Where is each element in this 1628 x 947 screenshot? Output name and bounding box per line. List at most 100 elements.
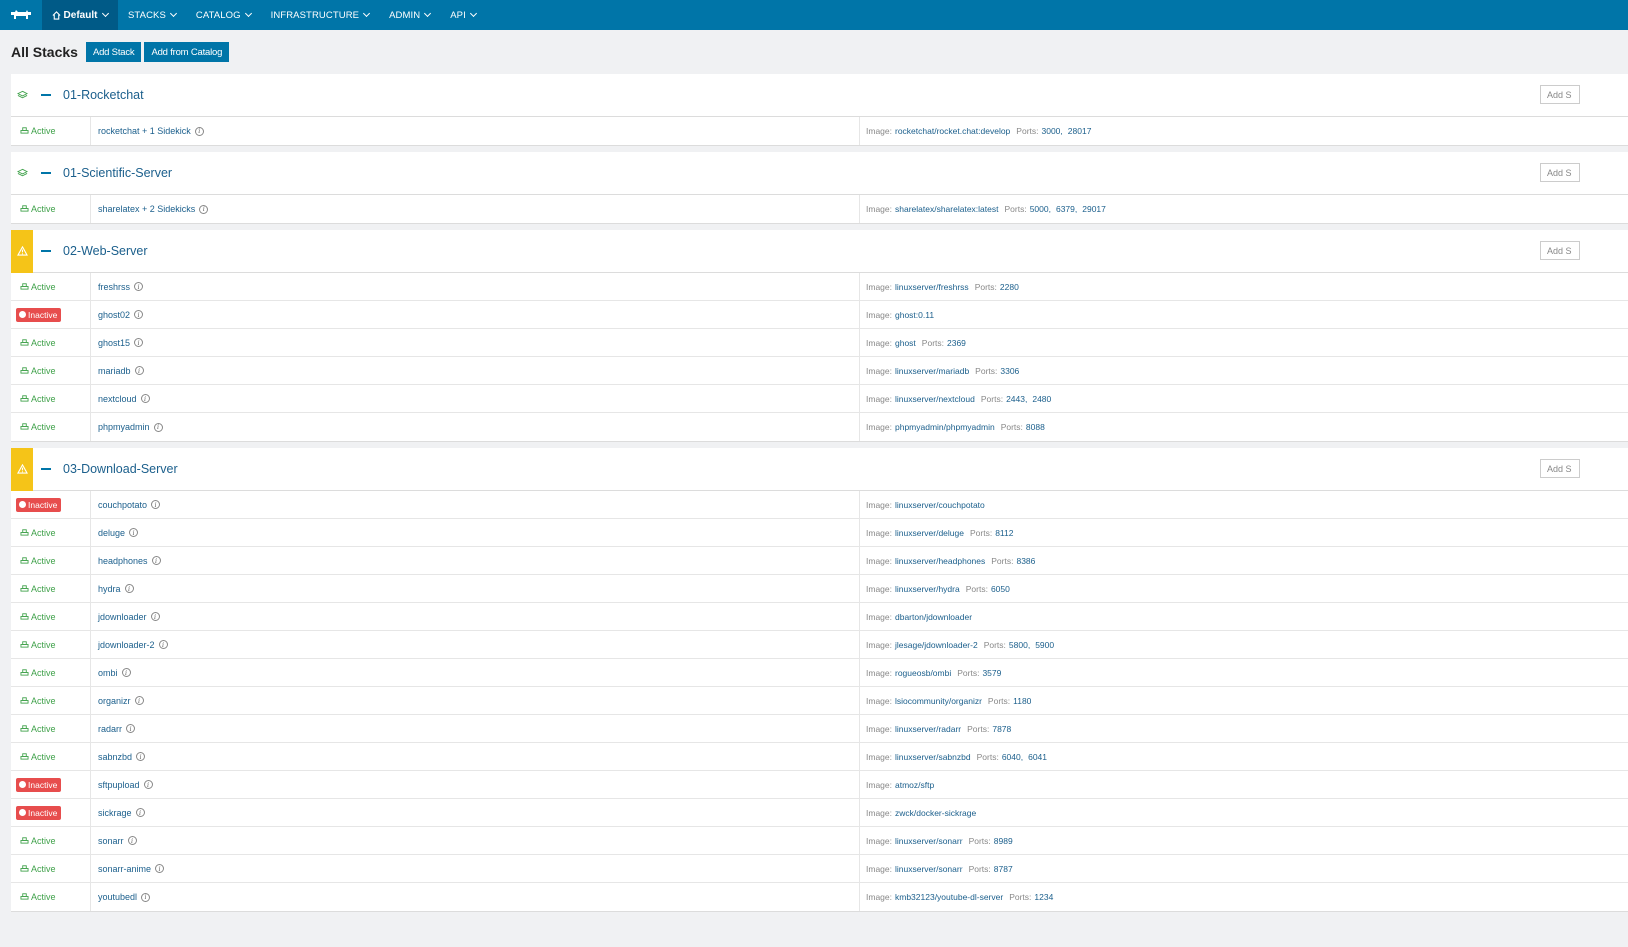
- port-link[interactable]: 2369: [947, 338, 966, 348]
- port-link[interactable]: 2280: [1000, 282, 1019, 292]
- info-icon[interactable]: i: [150, 612, 160, 621]
- service-row: Active ombi i Image: rogueosb/ombi Ports: 3579: [11, 659, 1628, 687]
- collapse-icon[interactable]: [41, 468, 51, 470]
- info-icon[interactable]: i: [199, 204, 209, 214]
- port-link[interactable]: 29017: [1082, 204, 1106, 214]
- port-link[interactable]: 2480: [1032, 394, 1051, 404]
- nav-stacks[interactable]: STACKS: [118, 0, 186, 30]
- port-link[interactable]: 5900: [1035, 640, 1054, 650]
- service-name[interactable]: sftpupload: [98, 780, 140, 790]
- service-name[interactable]: hydra: [98, 584, 121, 594]
- add-service-button[interactable]: Add S: [1540, 85, 1580, 104]
- info-icon[interactable]: i: [134, 696, 144, 705]
- info-icon[interactable]: i: [141, 892, 151, 902]
- stack-name[interactable]: 03-Download-Server: [63, 462, 178, 476]
- environment-selector[interactable]: Default: [42, 0, 118, 30]
- port-link[interactable]: 3000,: [1042, 126, 1063, 136]
- service-name[interactable]: nextcloud: [98, 394, 137, 404]
- stack-name[interactable]: 01-Scientific-Server: [63, 166, 172, 180]
- service-name[interactable]: youtubedl: [98, 892, 137, 902]
- add-stack-button[interactable]: Add Stack: [85, 42, 142, 62]
- port-link[interactable]: 5000,: [1030, 204, 1051, 214]
- port-link[interactable]: 8386: [1016, 556, 1035, 566]
- info-icon[interactable]: i: [126, 724, 136, 733]
- port-link[interactable]: 3306: [1000, 366, 1019, 376]
- ports-label: Ports:: [983, 639, 1006, 650]
- info-icon[interactable]: i: [121, 668, 131, 677]
- service-name[interactable]: jdownloader: [98, 612, 147, 622]
- info-icon[interactable]: i: [136, 752, 146, 761]
- nav-catalog[interactable]: CATALOG: [186, 0, 261, 30]
- port-link[interactable]: 7878: [992, 724, 1011, 734]
- info-icon[interactable]: i: [134, 310, 144, 319]
- info-icon[interactable]: i: [140, 394, 150, 403]
- service-name[interactable]: freshrss: [98, 282, 130, 292]
- info-icon[interactable]: i: [153, 422, 163, 432]
- collapse-icon[interactable]: [41, 94, 51, 96]
- info-icon[interactable]: i: [124, 584, 134, 593]
- service-row: Active hydra i Image: linuxserver/hydra Ports…: [11, 575, 1628, 603]
- status-badge: Active: [16, 422, 56, 432]
- info-icon[interactable]: i: [158, 640, 168, 649]
- nav-admin[interactable]: ADMIN: [379, 0, 440, 30]
- service-name[interactable]: ombi: [98, 668, 118, 678]
- info-icon[interactable]: i: [143, 780, 153, 789]
- service-name[interactable]: phpmyadmin: [98, 422, 150, 432]
- info-icon[interactable]: i: [151, 500, 161, 509]
- info-icon[interactable]: i: [135, 808, 145, 817]
- port-link[interactable]: 6041: [1028, 752, 1047, 762]
- status-badge: Active: [16, 724, 56, 734]
- info-icon[interactable]: i: [194, 126, 204, 136]
- image-label: Image:: [866, 204, 892, 214]
- collapse-icon[interactable]: [41, 172, 51, 174]
- status-label: Active: [31, 337, 56, 348]
- info-icon[interactable]: i: [151, 556, 161, 565]
- port-link[interactable]: 6050: [991, 584, 1010, 594]
- port-link[interactable]: 8088: [1026, 422, 1045, 432]
- service-name[interactable]: sonarr-anime: [98, 864, 151, 874]
- info-icon[interactable]: i: [134, 282, 144, 291]
- service-name[interactable]: deluge: [98, 528, 125, 538]
- info-icon[interactable]: i: [134, 338, 144, 347]
- add-service-button[interactable]: Add S: [1540, 163, 1580, 182]
- info-icon[interactable]: i: [155, 864, 165, 873]
- service-name[interactable]: ghost02: [98, 310, 130, 320]
- service-name[interactable]: sickrage: [98, 808, 132, 818]
- port-link[interactable]: 6040,: [1002, 752, 1023, 762]
- port-link[interactable]: 8787: [994, 864, 1013, 874]
- add-service-button[interactable]: Add S: [1540, 241, 1580, 260]
- port-link[interactable]: 5800,: [1009, 640, 1030, 650]
- port-link[interactable]: 3579: [982, 668, 1001, 678]
- stack-name[interactable]: 01-Rocketchat: [63, 88, 144, 102]
- port-link[interactable]: 8112: [995, 528, 1013, 538]
- service-name[interactable]: mariadb: [98, 366, 131, 376]
- status-badge: Inactive: [16, 805, 62, 820]
- service-name[interactable]: sonarr: [98, 836, 124, 846]
- service-name[interactable]: headphones: [98, 556, 148, 566]
- port-link[interactable]: 1234: [1034, 892, 1053, 902]
- nav-api[interactable]: API: [440, 0, 486, 30]
- collapse-icon[interactable]: [41, 250, 51, 252]
- service-name[interactable]: couchpotato: [98, 500, 147, 510]
- stack-name[interactable]: 02-Web-Server: [63, 244, 148, 258]
- add-service-button[interactable]: Add S: [1540, 459, 1580, 478]
- service-name[interactable]: sabnzbd: [98, 752, 132, 762]
- add-from-catalog-button[interactable]: Add from Catalog: [144, 42, 230, 62]
- info-icon[interactable]: i: [127, 836, 137, 845]
- service-name[interactable]: organizr: [98, 696, 131, 706]
- rancher-logo-icon[interactable]: [0, 0, 42, 30]
- service-name[interactable]: sharelatex + 2 Sidekicks: [98, 204, 195, 214]
- nav-infrastructure[interactable]: INFRASTRUCTURE: [261, 0, 379, 30]
- port-link[interactable]: 8989: [994, 836, 1013, 846]
- port-link[interactable]: 2443,: [1006, 394, 1027, 404]
- service-name[interactable]: jdownloader-2: [98, 640, 155, 650]
- service-name[interactable]: ghost15: [98, 338, 130, 348]
- port-link[interactable]: 1180: [1013, 696, 1031, 706]
- info-icon[interactable]: i: [134, 366, 144, 375]
- port-link[interactable]: 28017: [1068, 126, 1092, 136]
- info-icon[interactable]: i: [129, 528, 139, 537]
- image-cell: Image: atmoz/sftp: [860, 771, 1628, 798]
- service-name[interactable]: radarr: [98, 724, 122, 734]
- service-name[interactable]: rocketchat + 1 Sidekick: [98, 126, 191, 136]
- port-link[interactable]: 6379,: [1056, 204, 1077, 214]
